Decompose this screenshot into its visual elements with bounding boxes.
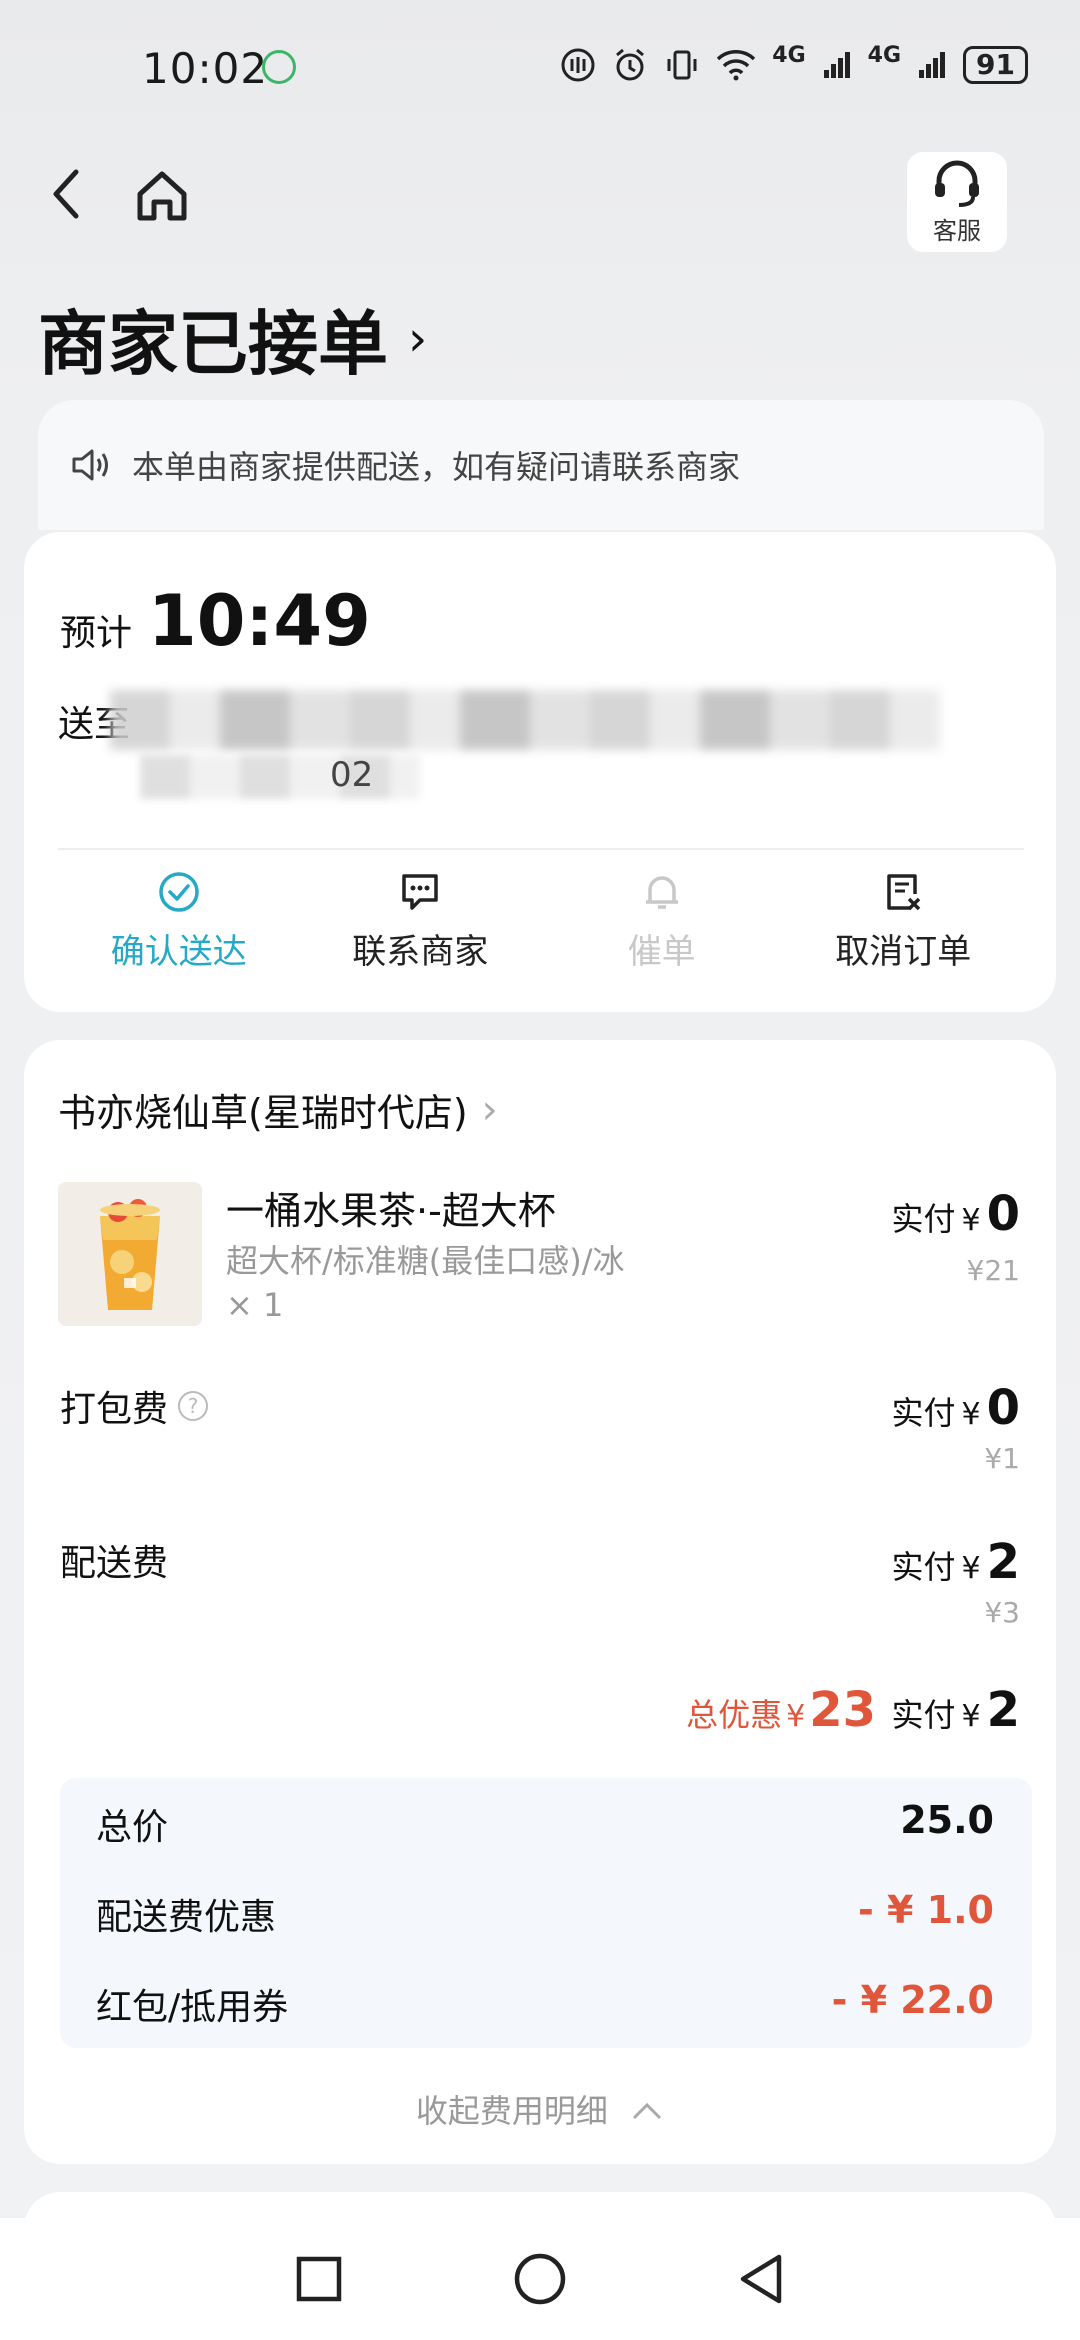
divider (58, 848, 1024, 850)
check-circle-icon (159, 872, 199, 912)
total-price-value: 25.0 (900, 1798, 994, 1842)
signal-1-icon: 4G (772, 42, 806, 68)
home-icon (137, 171, 187, 221)
vibrate-icon (667, 50, 697, 80)
address-redacted-line2 (140, 755, 420, 799)
back-triangle-icon[interactable] (737, 2253, 785, 2305)
chevron-right-icon: › (481, 1086, 498, 1133)
help-icon[interactable]: ? (178, 1391, 209, 1421)
coupon-label: 红包/抵用券 (96, 1987, 289, 2028)
paid-value: 0 (986, 1380, 1020, 1436)
total-price-label: 总价 (96, 1807, 169, 1848)
packing-fee-row: 打包费 ? (60, 1380, 209, 1432)
paid-label: 实付 (891, 1548, 956, 1586)
product-paid: 实付 ¥ 0 (891, 1186, 1020, 1242)
chevron-up-icon (633, 2102, 662, 2120)
confirm-delivery-label: 确认送达 (110, 932, 247, 972)
shop-name: 书亦烧仙草(星瑞时代店) (58, 1091, 468, 1135)
order-status-text: 商家已接单 (38, 303, 388, 385)
urge-order-label: 催单 (627, 932, 696, 972)
discount-value: 23 (809, 1682, 876, 1738)
currency: ¥ (961, 1699, 981, 1734)
address-tail: 02 (330, 755, 374, 795)
fruit-tea-cup-icon (58, 1182, 202, 1326)
discount-label: 总优惠 (686, 1696, 783, 1734)
recents-icon[interactable] (295, 2255, 343, 2303)
delivery-discount-label: 配送费优惠 (96, 1897, 277, 1938)
collapse-fee-detail-button[interactable]: 收起费用明细 (0, 2086, 1080, 2132)
customer-service-label: 客服 (933, 216, 981, 245)
delivery-fee-row: 配送费 (60, 1534, 168, 1586)
chat-icon (402, 874, 438, 910)
status-icons: 4G 4G 91 (560, 42, 1028, 84)
currency: ¥ (961, 1203, 981, 1238)
customer-service-button[interactable]: 客服 (907, 152, 1007, 252)
contact-merchant-label: 联系商家 (352, 932, 489, 972)
collapse-label: 收起费用明细 (415, 2092, 608, 2130)
paid-label: 实付 (891, 1394, 956, 1432)
contact-merchant-button[interactable]: 联系商家 (300, 870, 542, 973)
address-redacted (110, 690, 940, 750)
product-qty: × 1 (226, 1286, 284, 1324)
confirm-delivery-button[interactable]: 确认送达 (58, 870, 300, 973)
alarm-icon (616, 48, 645, 81)
home-circle-icon[interactable] (513, 2252, 567, 2306)
product-spec: 超大杯/标准糖(最佳口感)/冰 (226, 1242, 625, 1280)
coupon-value: - ¥ 22.0 (831, 1978, 994, 2022)
system-navigation-bar (0, 2218, 1080, 2340)
urge-order-button[interactable]: 催单 (541, 870, 783, 973)
signal-2-icon: 4G (867, 42, 902, 68)
delivery-discount-value: - ¥ 1.0 (858, 1888, 994, 1932)
back-arrow-icon (53, 169, 79, 219)
signal-bars-2-icon (919, 52, 946, 78)
total-discount: 总优惠 ¥ 23 (686, 1682, 876, 1738)
speaker-icon (72, 449, 108, 481)
shop-link[interactable]: 书亦烧仙草(星瑞时代店) › (58, 1082, 498, 1137)
currency: ¥ (961, 1397, 981, 1432)
discount-currency: ¥ (786, 1699, 806, 1734)
total-paid: 实付 ¥ 2 (891, 1682, 1020, 1738)
eta-label: 预计 (60, 613, 133, 654)
paid-value: 2 (986, 1534, 1020, 1590)
delivery-notice: 本单由商家提供配送，如有疑问请联系商家 (38, 400, 1044, 530)
back-button[interactable] (38, 164, 98, 224)
packing-fee-original: ¥1 (984, 1442, 1020, 1475)
order-status-title[interactable]: 商家已接单 › (38, 288, 427, 389)
paid-value: 0 (986, 1186, 1020, 1242)
signal-bars-1-icon (823, 52, 850, 78)
bell-icon (645, 876, 678, 909)
app-notification-icon (262, 50, 296, 84)
eta-time: 10:49 (148, 580, 371, 662)
delivery-actions: 确认送达 联系商家 催单 取消订单 (58, 870, 1024, 973)
paid-value: 2 (986, 1682, 1020, 1738)
product-image[interactable] (58, 1182, 202, 1326)
currency: ¥ (961, 1551, 981, 1586)
battery-indicator: 91 (963, 46, 1028, 84)
cancel-order-icon (887, 874, 921, 911)
delivery-fee-paid: 实付 ¥ 2 (891, 1534, 1020, 1590)
headset-icon (935, 160, 979, 207)
paid-label: 实付 (891, 1696, 956, 1734)
notice-text: 本单由商家提供配送，如有疑问请联系商家 (132, 448, 741, 486)
cancel-order-label: 取消订单 (835, 932, 972, 972)
paid-label: 实付 (891, 1200, 956, 1238)
product-original-price: ¥21 (966, 1254, 1020, 1287)
wifi-icon (717, 50, 756, 81)
nfc-icon (561, 48, 595, 82)
delivery-fee-original: ¥3 (984, 1596, 1020, 1629)
chevron-right-icon: › (408, 310, 428, 367)
delivery-fee-label: 配送费 (60, 1543, 169, 1584)
eta: 预计 10:49 (60, 580, 371, 662)
home-button[interactable] (130, 164, 194, 228)
packing-fee-paid: 实付 ¥ 0 (891, 1380, 1020, 1436)
packing-fee-label: 打包费 (60, 1389, 169, 1430)
cancel-order-button[interactable]: 取消订单 (783, 870, 1025, 973)
product-name: 一桶水果茶·-超大杯 (226, 1189, 556, 1233)
status-time: 10:02 (142, 44, 269, 93)
